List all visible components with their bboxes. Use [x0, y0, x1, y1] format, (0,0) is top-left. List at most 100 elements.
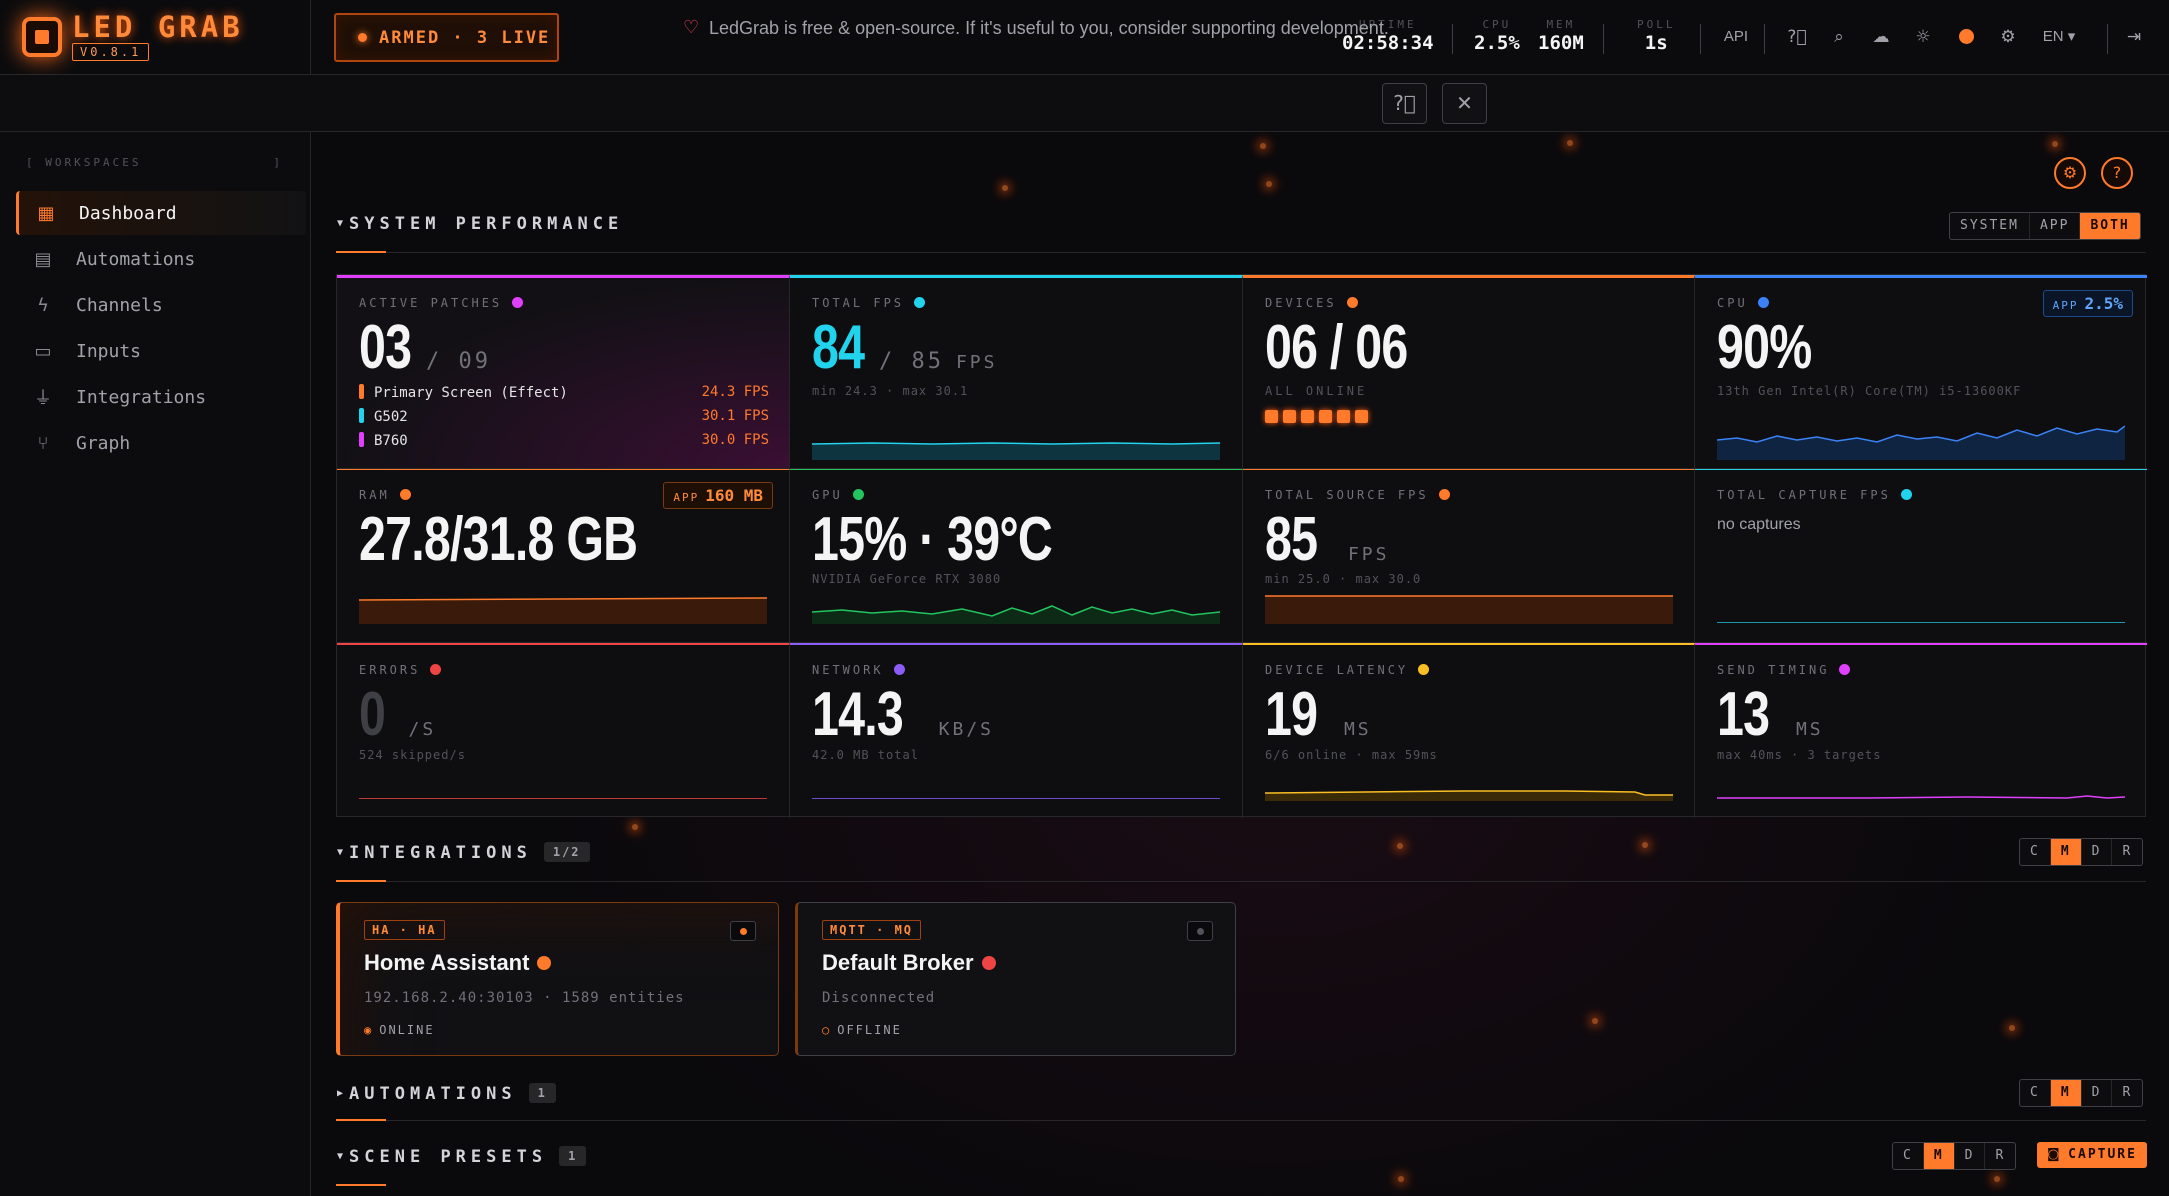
mode-app[interactable]: APP: [2030, 213, 2081, 239]
mem-stat: MEM 160M: [1538, 18, 1584, 54]
view-r[interactable]: R: [2112, 1080, 2142, 1106]
divider: [1452, 24, 1453, 54]
section-divider: [336, 1120, 2146, 1121]
mode-system[interactable]: SYSTEM: [1950, 213, 2030, 239]
tile-ram[interactable]: RAM APP 160 MB 27.8/31.8 GB: [337, 469, 790, 643]
cpu-stat: CPU 2.5%: [1474, 18, 1520, 54]
perf-mode-toggle[interactable]: SYSTEM APP BOTH: [1949, 212, 2141, 240]
mode-both[interactable]: BOTH: [2080, 213, 2140, 239]
status-dot: [430, 664, 442, 675]
ambient-spark: [1398, 1176, 1404, 1182]
cloud-icon[interactable]: ☁: [1870, 26, 1892, 48]
patch-row[interactable]: B760 30.0 FPS: [359, 432, 769, 456]
collapse-triangle-icon: ▼: [337, 847, 344, 858]
sidebar-item-label: Automations: [76, 248, 196, 270]
app-ram-badge: APP 160 MB: [663, 482, 773, 509]
tile-label: TOTAL CAPTURE FPS: [1717, 488, 1912, 502]
view-m[interactable]: M: [2050, 839, 2082, 865]
api-button[interactable]: API: [1718, 26, 1754, 48]
tile-send-timing[interactable]: SEND TIMING 13 MS max 40ms · 3 targets: [1695, 643, 2147, 818]
accent-color-icon[interactable]: [1955, 26, 1977, 48]
capture-button[interactable]: ◙ CAPTURE: [2037, 1142, 2147, 1168]
tv-icon: ▭: [34, 340, 52, 362]
status-dot: [1757, 297, 1769, 308]
armed-dot: [358, 33, 367, 42]
integrations-view-toggle[interactable]: C M D R: [2019, 838, 2144, 866]
ambient-spark: [2009, 1025, 2015, 1031]
tile-label: RAM: [359, 488, 411, 502]
tile-gpu[interactable]: GPU 15% · 39°C NVIDIA GeForce RTX 3080: [790, 469, 1243, 643]
integration-address: 192.168.2.40:30103 · 1589 entities: [364, 990, 685, 1006]
sidebar-item-graph[interactable]: ⑂ Graph: [16, 421, 306, 465]
section-automations[interactable]: ▶ AUTOMATIONS 1: [337, 1083, 556, 1104]
tile-active-patches[interactable]: ACTIVE PATCHES 03/ 09 Primary Screen (Ef…: [337, 275, 790, 469]
view-c[interactable]: C: [2020, 839, 2051, 865]
help-icon[interactable]: ?⃝: [1786, 26, 1808, 48]
sidebar-item-inputs[interactable]: ▭ Inputs: [16, 329, 306, 373]
sidebar-item-dashboard[interactable]: ▦ Dashboard: [16, 191, 306, 235]
logo-area[interactable]: LED GRAB V0.8.1: [0, 0, 311, 75]
banner-help-button[interactable]: ?⃝: [1382, 83, 1427, 124]
tile-errors[interactable]: ERRORS 0/S 524 skipped/s: [337, 643, 790, 818]
device-online-indicator: [1355, 410, 1368, 423]
integration-status: ◉ ONLINE: [364, 1023, 435, 1037]
source-fps-sparkline: [1265, 595, 1673, 624]
integration-card-home-assistant[interactable]: HA · HA Home Assistant 192.168.2.40:3010…: [336, 902, 779, 1056]
patch-row[interactable]: G502 30.1 FPS: [359, 408, 769, 432]
view-m[interactable]: M: [1923, 1143, 1955, 1169]
section-scene-presets[interactable]: ▼ SCENE PRESETS 1: [337, 1146, 587, 1167]
tile-total-fps[interactable]: TOTAL FPS 84/ 85 FPS min 24.3 · max 30.1: [790, 275, 1243, 469]
section-integrations[interactable]: ▼ INTEGRATIONS 1/2: [337, 842, 590, 863]
collapse-triangle-icon: ▼: [337, 218, 344, 229]
section-title: SCENE PRESETS: [349, 1147, 548, 1167]
tile-total-source-fps[interactable]: TOTAL SOURCE FPS 85 FPS min 25.0 · max 30…: [1243, 469, 1695, 643]
status-dot: [914, 297, 926, 308]
poll-stat[interactable]: POLL 1s: [1637, 18, 1676, 54]
patch-list: Primary Screen (Effect) 24.3 FPS G502 30.1…: [359, 384, 769, 456]
banner-close-button[interactable]: ✕: [1442, 83, 1487, 124]
tile-total-capture-fps[interactable]: TOTAL CAPTURE FPS no captures: [1695, 469, 2147, 643]
dashboard-help-button[interactable]: ?: [2101, 157, 2133, 189]
view-r[interactable]: R: [2112, 839, 2142, 865]
view-d[interactable]: D: [1955, 1143, 1986, 1169]
sidebar-item-automations[interactable]: ▤ Automations: [16, 237, 306, 281]
capture-baseline: [1717, 622, 2125, 623]
view-d[interactable]: D: [2082, 1080, 2113, 1106]
view-m[interactable]: M: [2050, 1080, 2082, 1106]
view-d[interactable]: D: [2082, 839, 2113, 865]
mem-value: 160M: [1538, 32, 1584, 54]
settings-gear-icon[interactable]: ⚙: [1997, 26, 2019, 48]
tile-device-latency[interactable]: DEVICE LATENCY 19 MS 6/6 online · max 59m…: [1243, 643, 1695, 818]
search-icon[interactable]: ⌕: [1828, 26, 1850, 48]
enable-toggle[interactable]: [730, 921, 756, 941]
integration-card-default-broker[interactable]: MQTT · MQ Default Broker Disconnected ○ O…: [795, 902, 1236, 1056]
sidebar-item-integrations[interactable]: ⏚ Integrations: [16, 375, 306, 419]
view-r[interactable]: R: [1985, 1143, 2015, 1169]
collapse-triangle-icon: ▼: [337, 1151, 344, 1162]
dashboard-settings-button[interactable]: ⚙: [2054, 157, 2086, 189]
theme-sun-icon[interactable]: ☼: [1912, 26, 1934, 48]
armed-status-button[interactable]: ARMED · 3 LIVE: [334, 13, 559, 62]
automations-view-toggle[interactable]: C M D R: [2019, 1079, 2144, 1107]
graph-icon: ⑂: [37, 432, 49, 454]
tile-label: ERRORS: [359, 663, 442, 677]
view-c[interactable]: C: [1893, 1143, 1924, 1169]
tile-subtext: min 24.3 · max 30.1: [812, 384, 969, 398]
section-system-performance[interactable]: ▼ SYSTEM PERFORMANCE: [337, 214, 623, 234]
section-divider: [336, 881, 2146, 882]
tile-cpu[interactable]: CPU APP 2.5% 90% 13th Gen Intel(R) Core(T…: [1695, 275, 2147, 469]
tile-devices[interactable]: DEVICES 06 / 06 ALL ONLINE: [1243, 275, 1695, 469]
patch-row[interactable]: Primary Screen (Effect) 24.3 FPS: [359, 384, 769, 408]
status-dot: [1438, 489, 1450, 500]
sidebar-item-label: Inputs: [76, 340, 142, 362]
tile-network[interactable]: NETWORK 14.3 KB/S 42.0 MB total: [790, 643, 1243, 818]
language-select[interactable]: EN ▾: [2038, 26, 2080, 48]
divider: [1764, 24, 1765, 54]
sidebar-item-channels[interactable]: ϟ Channels: [16, 283, 306, 327]
scene-presets-view-toggle[interactable]: C M D R: [1892, 1142, 2017, 1170]
enable-toggle[interactable]: [1187, 921, 1213, 941]
view-c[interactable]: C: [2020, 1080, 2051, 1106]
logout-icon[interactable]: ⇥: [2123, 26, 2145, 48]
count-badge: 1: [559, 1146, 587, 1166]
tile-subtext: min 25.0 · max 30.0: [1265, 572, 1422, 586]
